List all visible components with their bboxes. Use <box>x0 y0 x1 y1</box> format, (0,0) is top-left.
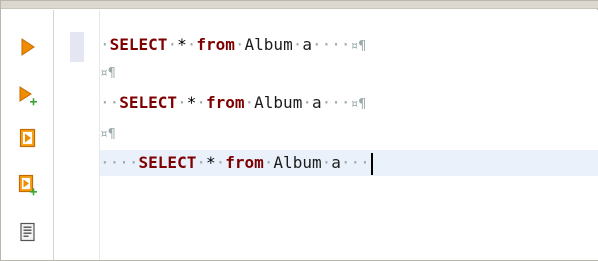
whitespace-marker: · <box>196 93 206 112</box>
whitespace-marker: · <box>292 35 303 54</box>
execute-new-tab-icon <box>18 86 38 106</box>
sql-text-area[interactable]: ·SELECT·*·from·Album·a····¤¶ ¤¶ ··SELECT… <box>100 10 598 260</box>
history-icon <box>19 222 37 242</box>
keyword-select: SELECT <box>119 93 178 112</box>
whitespace-marker: · <box>263 153 274 172</box>
code-line: ¤¶ <box>100 59 598 85</box>
star-token: * <box>205 153 216 172</box>
keyword-from: from <box>205 93 245 112</box>
end-of-line-marker: ¤¶ <box>350 39 367 54</box>
editor-gutter <box>54 10 100 260</box>
execute-script-button[interactable] <box>2 123 54 153</box>
whitespace-marker: ··· <box>340 153 370 172</box>
whitespace-marker: · <box>215 153 226 172</box>
code-line: ·SELECT·*·from·Album·a····¤¶ <box>100 32 598 58</box>
text-cursor <box>370 152 373 175</box>
keyword-from: from <box>225 153 264 172</box>
star-token: * <box>186 93 197 112</box>
whitespace-marker: · <box>167 35 178 54</box>
sql-editor-window: ·SELECT·*·from·Album·a····¤¶ ¤¶ ··SELECT… <box>0 0 598 261</box>
code-line: ··SELECT·*·from·Album·a···¤¶ <box>100 90 598 116</box>
history-button[interactable] <box>2 217 54 247</box>
whitespace-marker: · <box>186 35 197 54</box>
code-line: ¤¶ <box>100 120 598 146</box>
execute-new-tab-button[interactable] <box>2 81 54 111</box>
table-alias: a <box>311 93 322 112</box>
execute-button[interactable] <box>2 32 54 62</box>
whitespace-marker: · <box>302 93 312 112</box>
whitespace-marker: · <box>100 35 110 54</box>
whitespace-marker: · <box>244 93 255 112</box>
whitespace-marker: · <box>321 153 332 172</box>
editor-toolbar <box>2 10 54 260</box>
keyword-select: SELECT <box>138 153 197 172</box>
table-name: Album <box>254 93 303 112</box>
star-token: * <box>177 35 187 54</box>
end-of-line-marker: ¤¶ <box>100 127 116 142</box>
execute-icon <box>20 38 36 56</box>
table-alias: a <box>302 35 312 54</box>
whitespace-marker: ···· <box>311 35 351 54</box>
execute-script-new-tab-button[interactable] <box>2 170 54 200</box>
whitespace-marker: · <box>234 35 245 54</box>
keyword-from: from <box>196 35 235 54</box>
whitespace-marker: ··· <box>321 93 351 112</box>
whitespace-marker: · <box>196 153 206 172</box>
whitespace-marker: · <box>177 93 187 112</box>
execute-script-new-tab-icon <box>18 174 38 196</box>
end-of-line-marker: ¤¶ <box>350 97 367 112</box>
current-code-line: ····SELECT·*·from·Album·a··· <box>100 150 598 176</box>
table-name: Album <box>273 153 322 172</box>
table-name: Album <box>244 35 293 54</box>
execute-script-icon <box>19 128 37 148</box>
window-top-edge <box>1 1 598 9</box>
keyword-select: SELECT <box>109 35 168 54</box>
statement-marker <box>70 32 84 62</box>
table-alias: a <box>331 153 341 172</box>
whitespace-marker: ·· <box>100 93 120 112</box>
end-of-line-marker: ¤¶ <box>100 66 116 81</box>
whitespace-marker: ···· <box>100 153 139 172</box>
